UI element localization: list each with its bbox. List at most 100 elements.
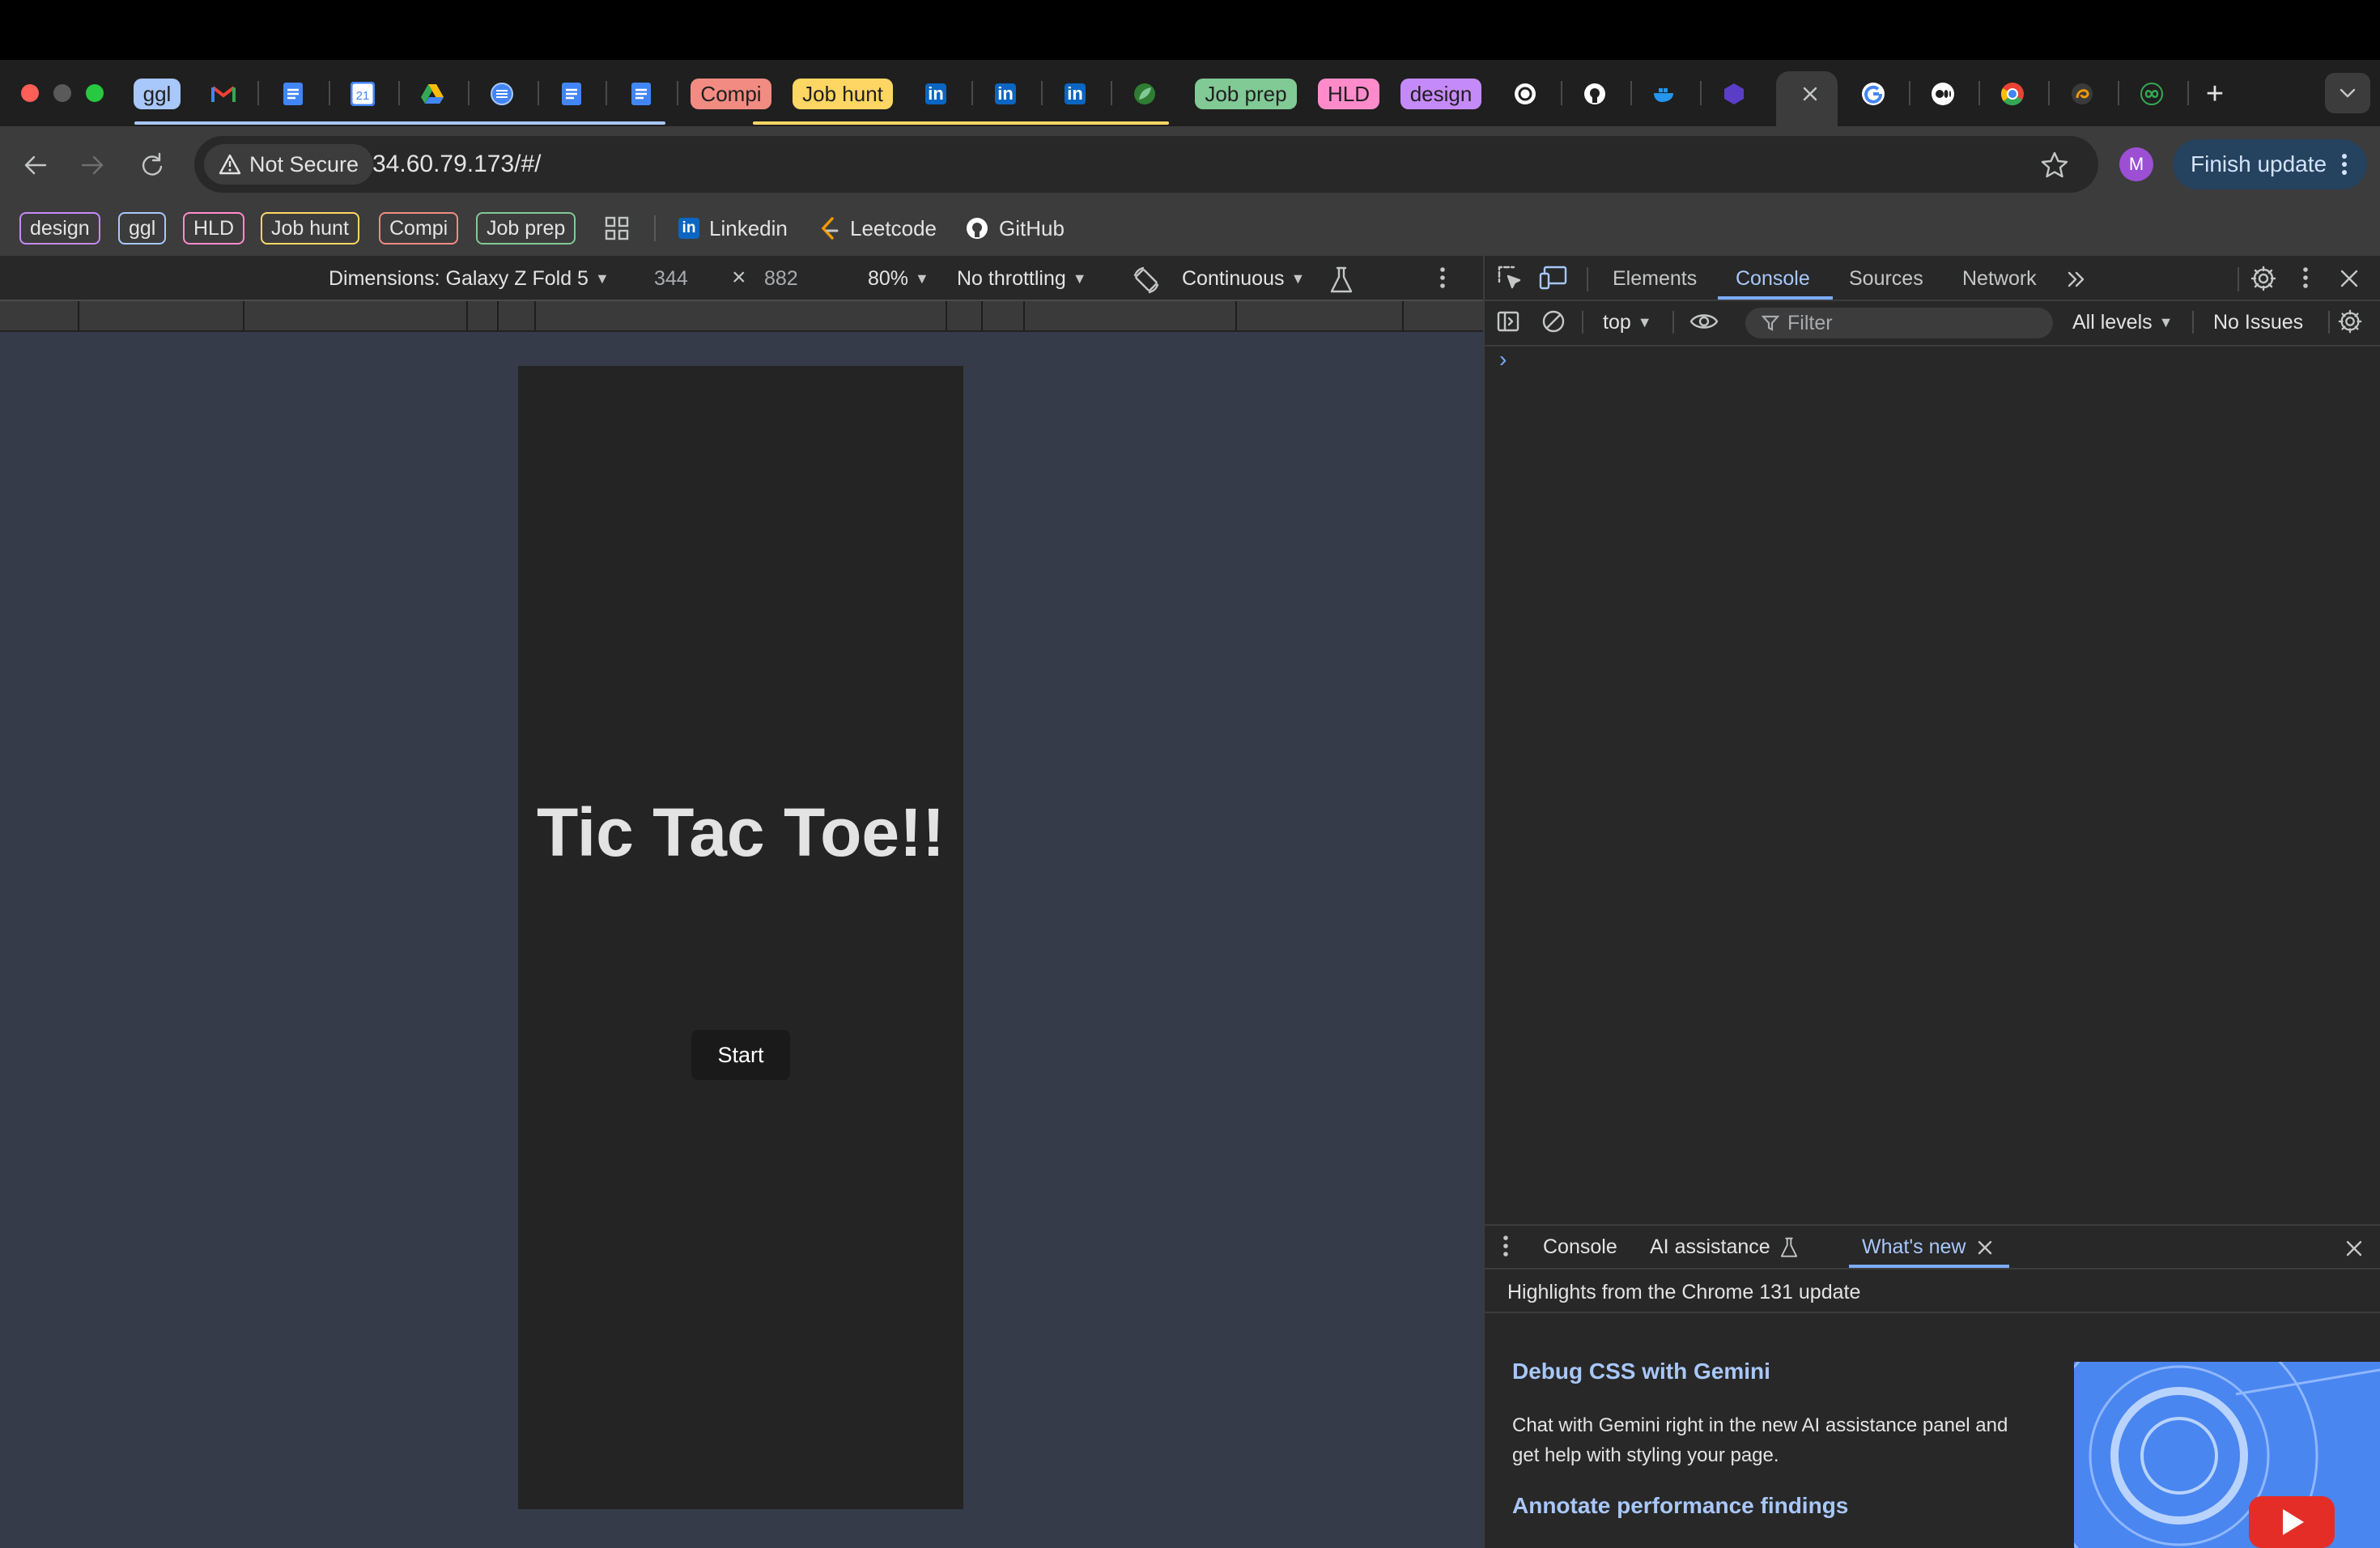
issues-counter[interactable]: No Issues <box>2213 311 2303 334</box>
tab-docs-3[interactable] <box>623 71 659 117</box>
tab-linkedin-3[interactable]: in <box>1057 71 1093 117</box>
zoom-select[interactable]: 80% ▼ <box>868 267 929 291</box>
mode-select[interactable]: Continuous ▼ <box>1182 267 1305 291</box>
tab-group-job-prep[interactable]: Job prep <box>1193 71 1298 117</box>
tab-group-label: Compi <box>691 79 771 109</box>
clear-icon <box>1542 310 1565 333</box>
tab-linkedin-2[interactable]: in <box>988 71 1023 117</box>
console-filter-input[interactable]: Filter <box>1745 308 2053 338</box>
bookmark-github[interactable]: GitHub <box>965 214 1065 243</box>
close-drawer-button[interactable] <box>2344 1239 2364 1258</box>
tab-drive[interactable] <box>414 71 450 117</box>
tab-group-job-hunt[interactable]: Job hunt <box>790 71 895 117</box>
tab-chrome[interactable] <box>1995 71 2030 117</box>
tab-docker[interactable] <box>1647 71 1682 117</box>
url-text[interactable]: 34.60.79.173/#/ <box>372 151 542 178</box>
tab-infinity[interactable] <box>2134 71 2170 117</box>
tab-group-design[interactable]: design <box>1400 71 1482 117</box>
github-icon <box>1583 82 1607 106</box>
tab-medium[interactable] <box>1925 71 1961 117</box>
inspect-element-button[interactable] <box>1496 264 1524 291</box>
drawer-menu-button[interactable] <box>1502 1234 1514 1260</box>
tab-network[interactable]: Network <box>1962 267 2037 291</box>
rotate-button[interactable] <box>1130 264 1162 296</box>
tab-console[interactable]: Console <box>1736 267 1810 291</box>
bookmark-linkedin[interactable]: in Linkedin <box>678 214 788 243</box>
tab-group-ggl[interactable]: ggl <box>133 71 181 117</box>
bookmark-group-ggl[interactable]: ggl <box>118 212 167 245</box>
more-tabs-button[interactable] <box>2064 267 2089 291</box>
drawer-tab-console[interactable]: Console <box>1543 1235 1617 1259</box>
device-toggle-button[interactable] <box>1538 264 1569 291</box>
whats-new-video-thumbnail[interactable] <box>2074 1362 2380 1548</box>
bookmark-star-button[interactable] <box>2038 149 2071 181</box>
tab-google[interactable] <box>1855 71 1891 117</box>
security-chip[interactable]: Not Secure <box>204 144 374 185</box>
tab-docs-1[interactable] <box>275 71 311 117</box>
maximize-window-button[interactable] <box>86 84 104 102</box>
finish-update-button[interactable]: Finish update <box>2173 139 2367 189</box>
tab-linkedin-1[interactable]: in <box>918 71 954 117</box>
tab-search-button[interactable] <box>2325 73 2370 113</box>
console-prompt[interactable]: › <box>1499 347 2357 376</box>
tab-calendar[interactable]: 21 <box>345 71 380 117</box>
tab-github[interactable] <box>1577 71 1613 117</box>
tab-openai[interactable] <box>1507 71 1543 117</box>
active-tab-close[interactable] <box>1792 71 1828 117</box>
apps-grid-button[interactable] <box>604 215 630 241</box>
live-expression-button[interactable] <box>1689 309 1719 334</box>
tab-leaf[interactable] <box>1127 71 1162 117</box>
console-settings-button[interactable] <box>2336 308 2364 335</box>
bookmark-group-design[interactable]: design <box>19 212 100 245</box>
tab-swirl[interactable] <box>2064 71 2100 117</box>
device-width-input[interactable]: 344 <box>654 267 688 291</box>
calendar-icon: 21 <box>351 82 375 106</box>
kebab-menu-icon <box>2342 154 2348 175</box>
start-button[interactable]: Start <box>691 1030 790 1080</box>
whats-new-item-title[interactable]: Debug CSS with Gemini <box>1512 1359 1770 1384</box>
tab-gmail[interactable] <box>206 71 241 117</box>
tab-sources[interactable]: Sources <box>1849 267 1923 291</box>
forward-button[interactable] <box>74 147 110 183</box>
ruler-mark <box>78 301 79 330</box>
tab-separator <box>2048 81 2050 105</box>
close-window-button[interactable] <box>21 84 39 102</box>
bookmark-group-job-hunt[interactable]: Job hunt <box>261 212 359 245</box>
tab-group-hld[interactable]: HLD <box>1316 71 1381 117</box>
close-icon[interactable] <box>1977 1240 1993 1256</box>
device-dimensions-select[interactable]: Dimensions: Galaxy Z Fold 5 ▼ <box>329 267 610 291</box>
bookmark-group-compi[interactable]: Compi <box>379 212 459 245</box>
new-tab-button[interactable]: + <box>2199 71 2231 117</box>
experiments-button[interactable] <box>1328 266 1355 295</box>
bookmark-group-job-prep[interactable]: Job prep <box>476 212 576 245</box>
minimize-window-button[interactable] <box>53 84 71 102</box>
settings-button[interactable] <box>2249 264 2278 293</box>
tab-hex[interactable] <box>1716 71 1752 117</box>
bookmark-leetcode[interactable]: Leetcode <box>819 214 937 243</box>
device-toolbar-menu[interactable] <box>1439 266 1451 293</box>
device-height-input[interactable]: 882 <box>764 267 798 291</box>
bookmark-group-hld[interactable]: HLD <box>183 212 245 245</box>
profile-avatar[interactable]: M <box>2119 147 2153 181</box>
sidebar-toggle-button[interactable] <box>1496 309 1520 334</box>
tab-group-compi[interactable]: Compi <box>688 71 774 117</box>
back-button[interactable] <box>18 147 53 183</box>
close-devtools-button[interactable] <box>2338 267 2361 290</box>
ruler-mark <box>981 301 983 330</box>
tab-circle[interactable] <box>484 71 520 117</box>
drawer-tab-ai-assistance[interactable]: AI assistance <box>1650 1235 1800 1259</box>
clear-console-button[interactable] <box>1541 309 1566 334</box>
throttling-select[interactable]: No throttling ▼ <box>957 267 1087 291</box>
levels-label: All levels <box>2072 311 2153 334</box>
context-select[interactable]: top ▼ <box>1603 311 1652 334</box>
tab-docs-2[interactable] <box>554 71 589 117</box>
media-query-ruler[interactable] <box>0 300 1483 332</box>
gear-icon <box>2250 266 2276 291</box>
whats-new-item-title[interactable]: Annotate performance findings <box>1512 1493 1848 1519</box>
chrome-icon <box>2000 82 2025 106</box>
tab-elements[interactable]: Elements <box>1613 267 1697 291</box>
log-levels-select[interactable]: All levels ▼ <box>2072 311 2173 334</box>
reload-button[interactable] <box>134 147 170 183</box>
devtools-menu-button[interactable] <box>2302 266 2314 293</box>
drawer-tab-whats-new[interactable]: What's new <box>1862 1235 1993 1259</box>
